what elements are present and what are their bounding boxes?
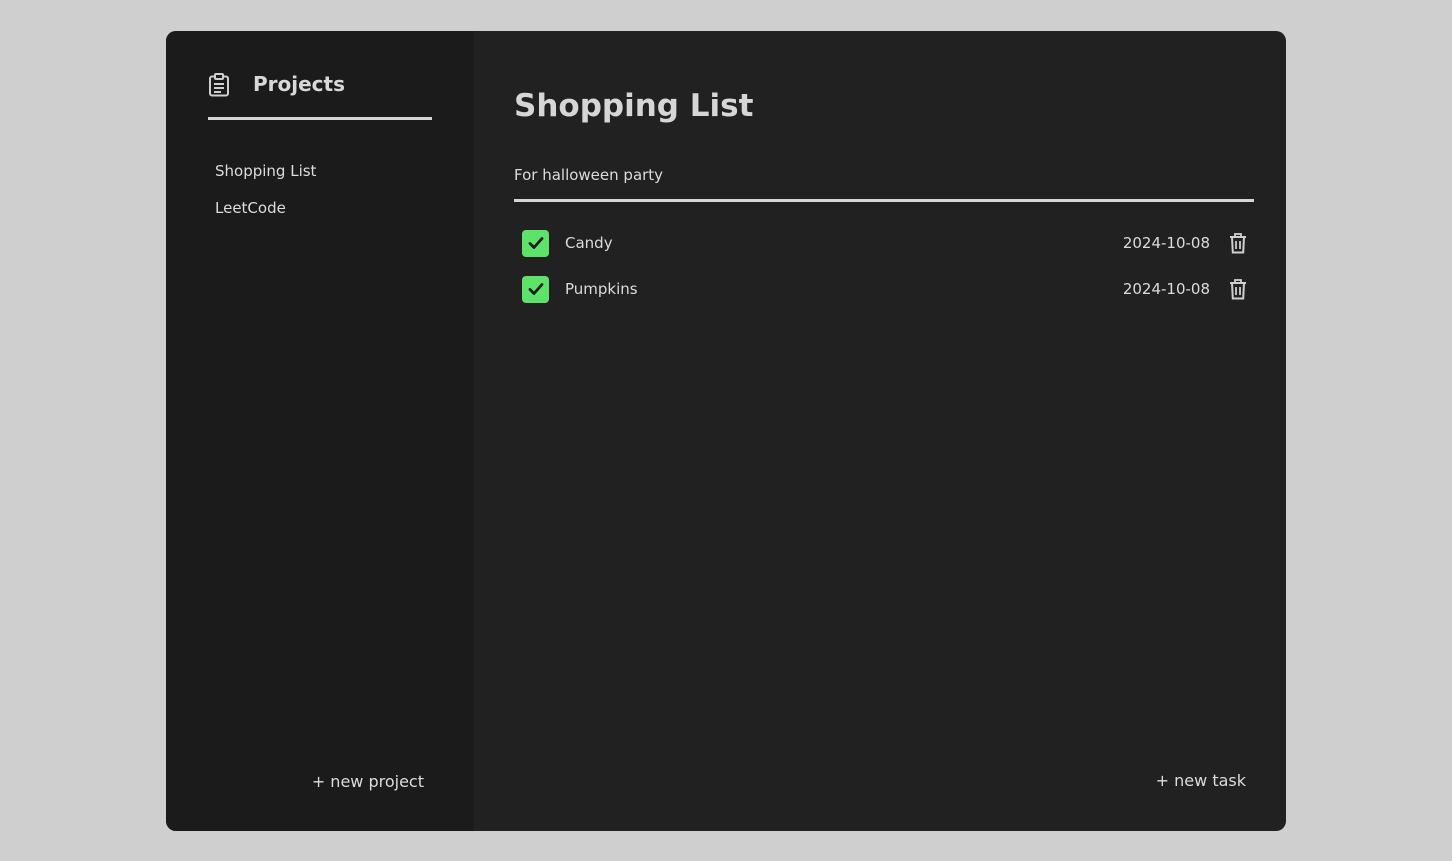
page-title: Shopping List (514, 88, 754, 124)
divider (514, 199, 1254, 202)
project-list: Shopping List LeetCode (215, 160, 316, 234)
trash-icon[interactable] (1228, 278, 1248, 300)
task-name: Pumpkins (565, 280, 638, 298)
project-description: For halloween party (514, 166, 664, 184)
sidebar-item-leetcode[interactable]: LeetCode (215, 197, 316, 234)
task-name: Candy (565, 234, 613, 252)
task-row: Pumpkins 2024-10-08 (522, 275, 1248, 303)
clipboard-icon (208, 73, 230, 97)
task-checkbox[interactable] (522, 229, 549, 257)
sidebar: Projects Shopping List LeetCode + new pr… (166, 31, 474, 831)
new-task-button[interactable]: + new task (1156, 771, 1246, 790)
checkmark-icon (528, 237, 543, 249)
app-window: Projects Shopping List LeetCode + new pr… (166, 31, 1286, 831)
task-checkbox[interactable] (522, 275, 549, 303)
task-date: 2024-10-08 (1122, 234, 1210, 252)
task-row: Candy 2024-10-08 (522, 229, 1248, 257)
main-panel: Shopping List For halloween party Candy … (474, 31, 1286, 831)
sidebar-title: Projects (253, 72, 346, 96)
sidebar-header: Projects (208, 71, 432, 120)
task-date: 2024-10-08 (1122, 280, 1210, 298)
sidebar-item-shopping-list[interactable]: Shopping List (215, 160, 316, 197)
new-project-button[interactable]: + new project (312, 772, 424, 791)
trash-icon[interactable] (1228, 232, 1248, 254)
checkmark-icon (528, 283, 543, 295)
